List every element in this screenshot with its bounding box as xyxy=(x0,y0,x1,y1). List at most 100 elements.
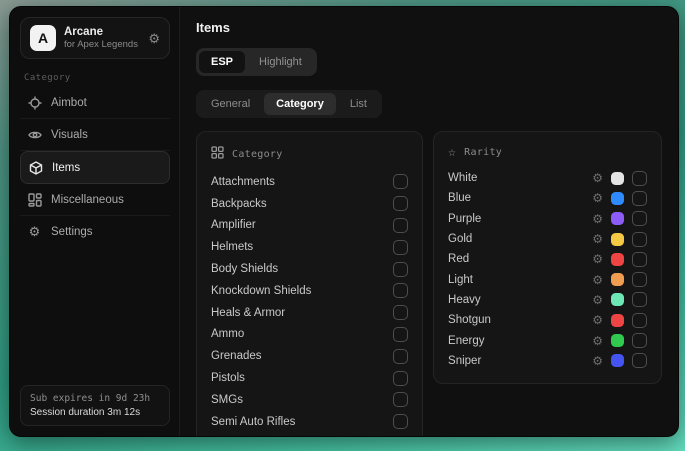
category-label: Grenades xyxy=(211,350,262,362)
gear-icon[interactable]: ⚙ xyxy=(592,335,603,347)
checkbox[interactable] xyxy=(393,283,408,298)
checkbox[interactable] xyxy=(632,171,647,186)
rarity-row: Blue ⚙ xyxy=(448,188,647,208)
gear-icon[interactable]: ⚙ xyxy=(592,192,603,204)
sidebar-nav: Aimbot Visuals Items xyxy=(20,87,170,247)
sub-expires-text: Sub expires in 9d 23h xyxy=(30,393,160,404)
sidebar-item-label: Items xyxy=(52,162,80,174)
tab-bar: General Category List xyxy=(196,90,382,118)
sidebar-item-settings[interactable]: ⚙ Settings xyxy=(20,216,170,247)
gear-icon[interactable]: ⚙ xyxy=(592,274,603,286)
checkbox[interactable] xyxy=(632,272,647,287)
checkbox[interactable] xyxy=(393,349,408,364)
gear-icon[interactable]: ⚙ xyxy=(592,172,603,184)
sidebar-item-items[interactable]: Items xyxy=(20,151,170,184)
category-label: Helmets xyxy=(211,241,253,253)
checkbox[interactable] xyxy=(393,371,408,386)
gear-icon[interactable]: ⚙ xyxy=(148,32,160,45)
color-swatch[interactable] xyxy=(611,314,624,327)
rarity-label: Blue xyxy=(448,192,471,204)
category-label: Attachments xyxy=(211,176,275,188)
checkbox[interactable] xyxy=(393,327,408,342)
checkbox[interactable] xyxy=(632,333,647,348)
toggle-option-esp[interactable]: ESP xyxy=(199,51,245,73)
checkbox[interactable] xyxy=(393,240,408,255)
checkbox[interactable] xyxy=(632,211,647,226)
rarity-label: Red xyxy=(448,253,469,265)
category-panel-header: Category xyxy=(211,141,408,171)
rarity-panel-header: ☆ Rarity xyxy=(448,141,647,168)
grid-icon xyxy=(211,146,224,162)
color-swatch[interactable] xyxy=(611,253,624,266)
tab-general[interactable]: General xyxy=(199,93,262,115)
rarity-label: Heavy xyxy=(448,294,481,306)
color-swatch[interactable] xyxy=(611,354,624,367)
app-logo: A xyxy=(30,25,56,51)
rarity-label: Shotgun xyxy=(448,314,491,326)
rarity-row: Heavy ⚙ xyxy=(448,290,647,310)
subscription-info-card: Sub expires in 9d 23h Session duration 3… xyxy=(20,385,170,426)
rarity-label: Gold xyxy=(448,233,472,245)
sidebar-item-aimbot[interactable]: Aimbot xyxy=(20,87,170,119)
gear-icon[interactable]: ⚙ xyxy=(592,314,603,326)
eye-icon xyxy=(27,127,42,142)
color-swatch[interactable] xyxy=(611,334,624,347)
color-swatch[interactable] xyxy=(611,293,624,306)
sidebar-item-label: Settings xyxy=(51,226,93,238)
checkbox[interactable] xyxy=(393,218,408,233)
rarity-label: Energy xyxy=(448,335,484,347)
tab-list[interactable]: List xyxy=(338,93,379,115)
sidebar-item-visuals[interactable]: Visuals xyxy=(20,119,170,151)
rarity-label: White xyxy=(448,172,477,184)
category-row: Attachments xyxy=(211,171,408,193)
checkbox[interactable] xyxy=(393,196,408,211)
color-swatch[interactable] xyxy=(611,212,624,225)
category-label: Semi Auto Rifles xyxy=(211,416,295,428)
tab-category[interactable]: Category xyxy=(264,93,336,115)
category-label: SMGs xyxy=(211,394,243,406)
color-swatch[interactable] xyxy=(611,192,624,205)
main-content: Items ESP Highlight General Category Lis… xyxy=(180,7,678,436)
dashboard-icon xyxy=(27,192,42,207)
gear-icon[interactable]: ⚙ xyxy=(592,253,603,265)
category-label: Backpacks xyxy=(211,198,267,210)
panels-row: Category Attachments Backpacks Amplifier… xyxy=(196,131,662,436)
checkbox[interactable] xyxy=(632,353,647,368)
color-swatch[interactable] xyxy=(611,273,624,286)
toggle-option-highlight[interactable]: Highlight xyxy=(247,51,314,73)
gear-icon[interactable]: ⚙ xyxy=(592,213,603,225)
checkbox[interactable] xyxy=(632,313,647,328)
gear-icon: ⚙ xyxy=(27,224,42,239)
checkbox[interactable] xyxy=(632,191,647,206)
rarity-row: Shotgun ⚙ xyxy=(448,310,647,330)
checkbox[interactable] xyxy=(393,262,408,277)
crosshair-icon xyxy=(27,95,42,110)
checkbox[interactable] xyxy=(632,292,647,307)
category-panel: Category Attachments Backpacks Amplifier… xyxy=(196,131,423,436)
category-label: Knockdown Shields xyxy=(211,285,311,297)
category-row: SMGs xyxy=(211,389,408,411)
checkbox[interactable] xyxy=(393,305,408,320)
gear-icon[interactable]: ⚙ xyxy=(592,294,603,306)
category-row: Amplifier xyxy=(211,215,408,237)
checkbox[interactable] xyxy=(393,392,408,407)
checkbox[interactable] xyxy=(393,174,408,189)
sidebar-item-miscellaneous[interactable]: Miscellaneous xyxy=(20,184,170,216)
category-label: Heals & Armor xyxy=(211,307,285,319)
star-icon: ☆ xyxy=(448,146,456,159)
category-label: Body Shields xyxy=(211,263,278,275)
gear-icon[interactable]: ⚙ xyxy=(592,355,603,367)
page-title: Items xyxy=(196,20,662,35)
category-label: Amplifier xyxy=(211,219,256,231)
color-swatch[interactable] xyxy=(611,233,624,246)
category-row: Grenades xyxy=(211,345,408,367)
rarity-row: Red ⚙ xyxy=(448,249,647,269)
color-swatch[interactable] xyxy=(611,172,624,185)
checkbox[interactable] xyxy=(393,414,408,429)
category-panel-title: Category xyxy=(232,149,283,160)
rarity-row: Gold ⚙ xyxy=(448,229,647,249)
checkbox[interactable] xyxy=(632,252,647,267)
gear-icon[interactable]: ⚙ xyxy=(592,233,603,245)
category-row: Semi Auto Rifles xyxy=(211,411,408,433)
checkbox[interactable] xyxy=(632,232,647,247)
